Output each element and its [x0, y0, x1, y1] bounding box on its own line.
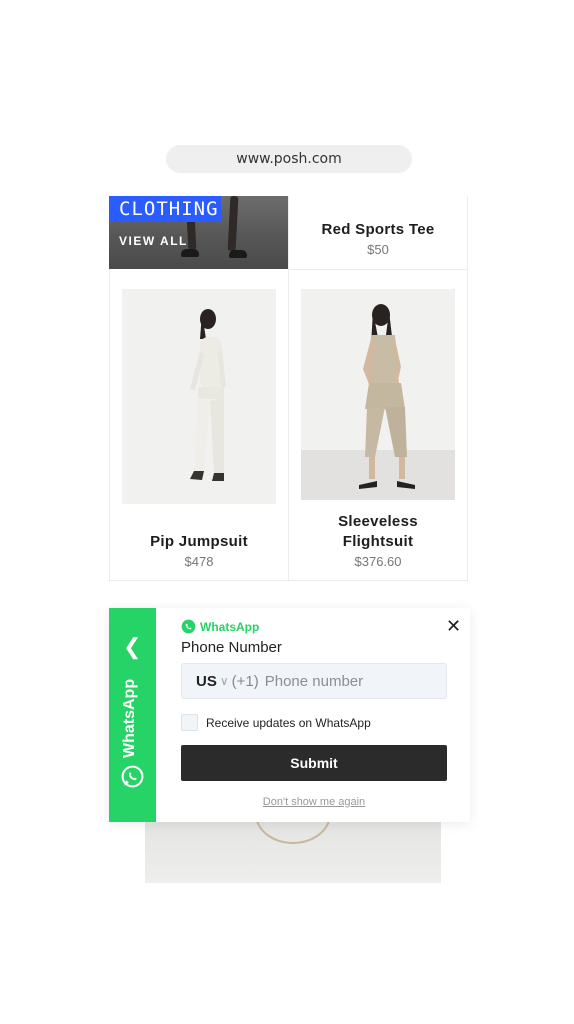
whatsapp-icon	[121, 765, 144, 788]
grid-divider	[109, 580, 468, 581]
product-title[interactable]: Sleeveless Flightsuit	[313, 512, 443, 552]
product-card[interactable]: Pip Jumpsuit $478	[110, 270, 288, 580]
product-image[interactable]	[301, 289, 455, 500]
clothing-banner[interactable]: CLOTHING VIEW ALL	[109, 196, 288, 269]
model-figure	[190, 309, 226, 481]
model-shoe	[229, 250, 247, 258]
url-text: www.posh.com	[236, 151, 342, 167]
ring-jewelry	[255, 822, 331, 844]
country-code-select[interactable]: US	[196, 673, 217, 690]
checkbox-label: Receive updates on WhatsApp	[206, 715, 371, 730]
chevron-down-icon[interactable]: ∨	[220, 674, 229, 688]
product-image[interactable]	[122, 289, 276, 504]
product-price: $50	[367, 242, 389, 257]
model-leg	[227, 196, 239, 252]
side-tab-label: WhatsApp	[121, 678, 138, 758]
product-card[interactable]: Red Sports Tee $50	[289, 196, 467, 269]
product-price: $478	[184, 554, 214, 569]
dial-prefix: (+1)	[231, 672, 259, 690]
model-shoe	[181, 249, 199, 257]
close-icon[interactable]: ✕	[446, 617, 461, 635]
product-title[interactable]: Red Sports Tee	[289, 220, 467, 240]
whatsapp-icon	[181, 619, 196, 634]
phone-input[interactable]: Phone number	[265, 673, 363, 690]
banner-tag: CLOTHING	[109, 196, 221, 222]
model-figure	[359, 304, 415, 489]
updates-opt-in[interactable]: Receive updates on WhatsApp	[181, 714, 371, 731]
view-all-link[interactable]: VIEW ALL	[119, 234, 188, 248]
product-image-partial	[145, 822, 441, 883]
brand-label: WhatsApp	[200, 619, 260, 634]
chevron-left-icon[interactable]: ❮	[123, 636, 141, 658]
url-bar[interactable]: www.posh.com	[166, 145, 412, 173]
submit-button[interactable]: Submit	[181, 745, 447, 781]
dont-show-again-link[interactable]: Don't show me again	[181, 796, 447, 808]
whatsapp-brand: WhatsApp	[181, 619, 259, 634]
phone-number-label: Phone Number	[181, 639, 282, 656]
whatsapp-optin-popup: ❮ WhatsApp WhatsApp ✕ Phone Number US ∨ …	[109, 608, 470, 822]
whatsapp-side-tab[interactable]: ❮ WhatsApp	[109, 608, 156, 822]
phone-number-field[interactable]: US ∨ (+1) Phone number	[181, 663, 447, 699]
grid-divider	[467, 196, 468, 582]
product-title[interactable]: Pip Jumpsuit	[110, 532, 288, 552]
updates-checkbox[interactable]	[181, 714, 198, 731]
product-card[interactable]: Sleeveless Flightsuit $376.60	[289, 270, 467, 580]
product-price: $376.60	[354, 554, 402, 569]
